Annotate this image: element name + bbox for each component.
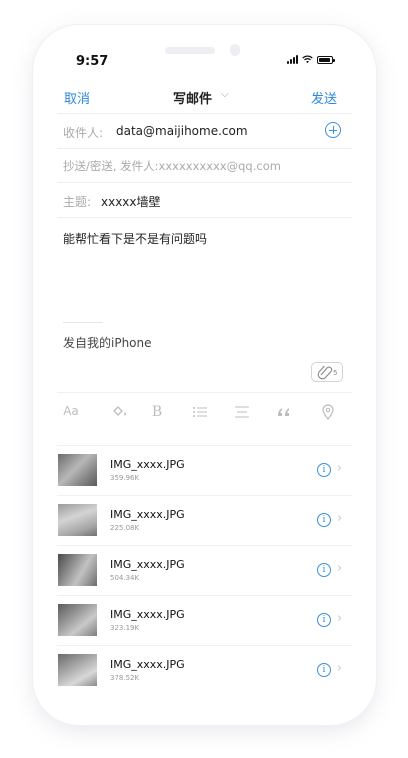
speaker <box>165 47 215 54</box>
chevron-right-icon[interactable]: › <box>337 561 342 576</box>
fill-color-icon[interactable] <box>108 405 130 419</box>
phone-frame: 9:57 取消 写邮件 ⌵ 发送 收件人: data@maijihome.com… <box>33 25 376 725</box>
compose-nav-bar: 取消 写邮件 ⌵ 发送 <box>33 83 376 113</box>
signal-icon <box>287 55 298 64</box>
to-field[interactable]: 收件人: data@maijihome.com <box>57 113 352 149</box>
attachment-size: 225.08K <box>110 524 140 532</box>
attachments-list: IMG_xxxx.JPG 359.96K i › IMG_xxxx.JPG 22… <box>57 445 352 697</box>
chevron-right-icon[interactable]: › <box>337 611 342 626</box>
info-icon[interactable]: i <box>317 613 331 627</box>
attachment-name: IMG_xxxx.JPG <box>110 508 185 521</box>
compose-title[interactable]: 写邮件 <box>173 88 212 107</box>
bold-icon[interactable]: B <box>146 404 168 420</box>
font-style-icon[interactable]: Aa <box>60 404 82 418</box>
info-icon[interactable]: i <box>317 563 331 577</box>
attachment-size: 378.52K <box>110 674 140 682</box>
attachment-button[interactable]: 5 <box>311 362 343 382</box>
image-thumbnail <box>58 554 97 586</box>
attachment-count: 5 <box>333 369 338 377</box>
chevron-right-icon[interactable]: › <box>337 661 342 676</box>
paperclip-icon <box>317 365 333 380</box>
attachment-size: 359.96K <box>110 474 140 482</box>
signature-divider <box>63 322 103 323</box>
to-recipient[interactable]: data@maijihome.com <box>116 124 248 138</box>
signature[interactable]: 发自我的iPhone <box>63 334 152 351</box>
attachment-size: 504.34K <box>110 574 140 582</box>
image-thumbnail <box>58 504 97 536</box>
attachment-item[interactable]: IMG_xxxx.JPG 225.08K i › <box>57 495 352 546</box>
quote-icon[interactable] <box>273 406 295 418</box>
format-toolbar: Aa B <box>57 392 352 431</box>
wifi-icon <box>302 55 313 64</box>
battery-icon <box>317 55 335 64</box>
camera <box>230 44 240 56</box>
status-time: 9:57 <box>76 54 109 69</box>
add-recipient-icon[interactable] <box>325 122 341 138</box>
cc-bcc-field[interactable]: 抄送/密送, 发件人:xxxxxxxxxx@qq.com <box>57 148 352 183</box>
attachment-size: 323.19K <box>110 624 140 632</box>
info-icon[interactable]: i <box>317 463 331 477</box>
mail-compose-screen: 9:57 取消 写邮件 ⌵ 发送 收件人: data@maijihome.com… <box>33 25 376 725</box>
attachment-item[interactable]: IMG_xxxx.JPG 323.19K i › <box>57 595 352 646</box>
image-thumbnail <box>58 654 97 686</box>
status-icons <box>287 55 335 64</box>
cancel-button[interactable]: 取消 <box>64 88 90 107</box>
info-icon[interactable]: i <box>317 663 331 677</box>
subject-label: 主题: <box>63 195 92 209</box>
chevron-right-icon[interactable]: › <box>337 511 342 526</box>
attachment-item[interactable]: IMG_xxxx.JPG 378.52K i › <box>57 645 352 696</box>
image-thumbnail <box>58 604 97 636</box>
attachment-name: IMG_xxxx.JPG <box>110 458 185 471</box>
to-label: 收件人: <box>63 126 104 140</box>
chevron-right-icon[interactable]: › <box>337 461 342 476</box>
subject-field[interactable]: 主题: xxxxx墙壁 <box>57 183 352 218</box>
attachment-item[interactable]: IMG_xxxx.JPG 504.34K i › <box>57 545 352 596</box>
attachment-name: IMG_xxxx.JPG <box>110 608 185 621</box>
attachment-item[interactable]: IMG_xxxx.JPG 359.96K i › <box>57 445 352 496</box>
info-icon[interactable]: i <box>317 513 331 527</box>
message-body[interactable]: 能帮忙看下是不是有问题吗 <box>63 230 207 247</box>
bullet-list-icon[interactable] <box>189 406 211 418</box>
cc-bcc-label: 抄送/密送, 发件人:xxxxxxxxxx@qq.com <box>63 159 281 173</box>
location-icon[interactable] <box>317 404 339 420</box>
send-button[interactable]: 发送 <box>311 88 337 107</box>
chevron-down-icon[interactable]: ⌵ <box>221 89 229 100</box>
image-thumbnail <box>58 454 97 486</box>
subject-input[interactable]: xxxxx墙壁 <box>101 193 161 210</box>
attachment-name: IMG_xxxx.JPG <box>110 658 185 671</box>
align-icon[interactable] <box>231 406 253 418</box>
attachment-name: IMG_xxxx.JPG <box>110 558 185 571</box>
